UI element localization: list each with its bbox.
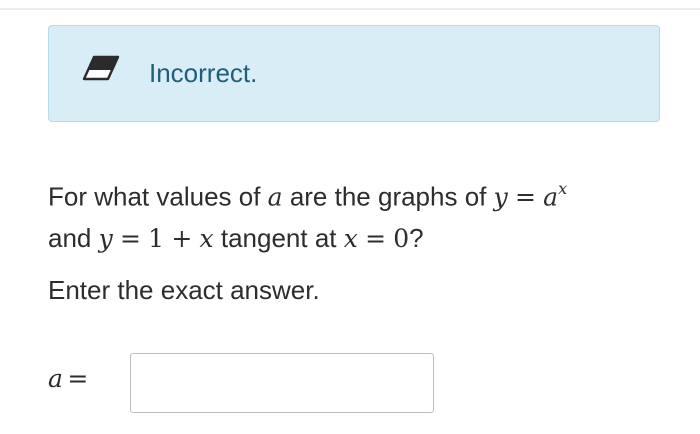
math-variable: x — [199, 223, 214, 253]
answer-label-equals: = — [67, 364, 89, 393]
math-variable: y — [98, 223, 113, 253]
math-variable: y — [493, 182, 508, 212]
math-operator: = — [514, 182, 536, 212]
question-mark: ? — [409, 222, 424, 253]
math-exponent: x — [558, 179, 568, 198]
feedback-banner: Incorrect. — [48, 25, 660, 122]
math-variable: a — [543, 182, 559, 212]
math-operator: = — [365, 223, 387, 253]
question-text-part: are the graphs of — [289, 181, 487, 212]
question-text-part: For what values of — [48, 181, 261, 212]
question-text-part: and — [48, 222, 92, 253]
answer-label: a = — [48, 364, 88, 393]
answer-label-variable: a — [48, 364, 63, 393]
math-number: 1 — [148, 223, 165, 253]
question-text: For what values of a are the graphs of y… — [48, 170, 668, 259]
answer-input[interactable] — [130, 353, 434, 413]
instruction-text: Enter the exact answer. — [48, 275, 320, 305]
math-variable: a — [267, 182, 283, 212]
math-operator: + — [171, 223, 193, 253]
math-number: 0 — [393, 223, 410, 253]
math-operator: = — [119, 223, 141, 253]
eraser-icon — [82, 55, 120, 81]
question-text-part: tangent at — [220, 222, 337, 253]
top-divider — [0, 8, 700, 10]
math-variable: x — [343, 223, 358, 253]
feedback-message: Incorrect. — [149, 58, 258, 88]
